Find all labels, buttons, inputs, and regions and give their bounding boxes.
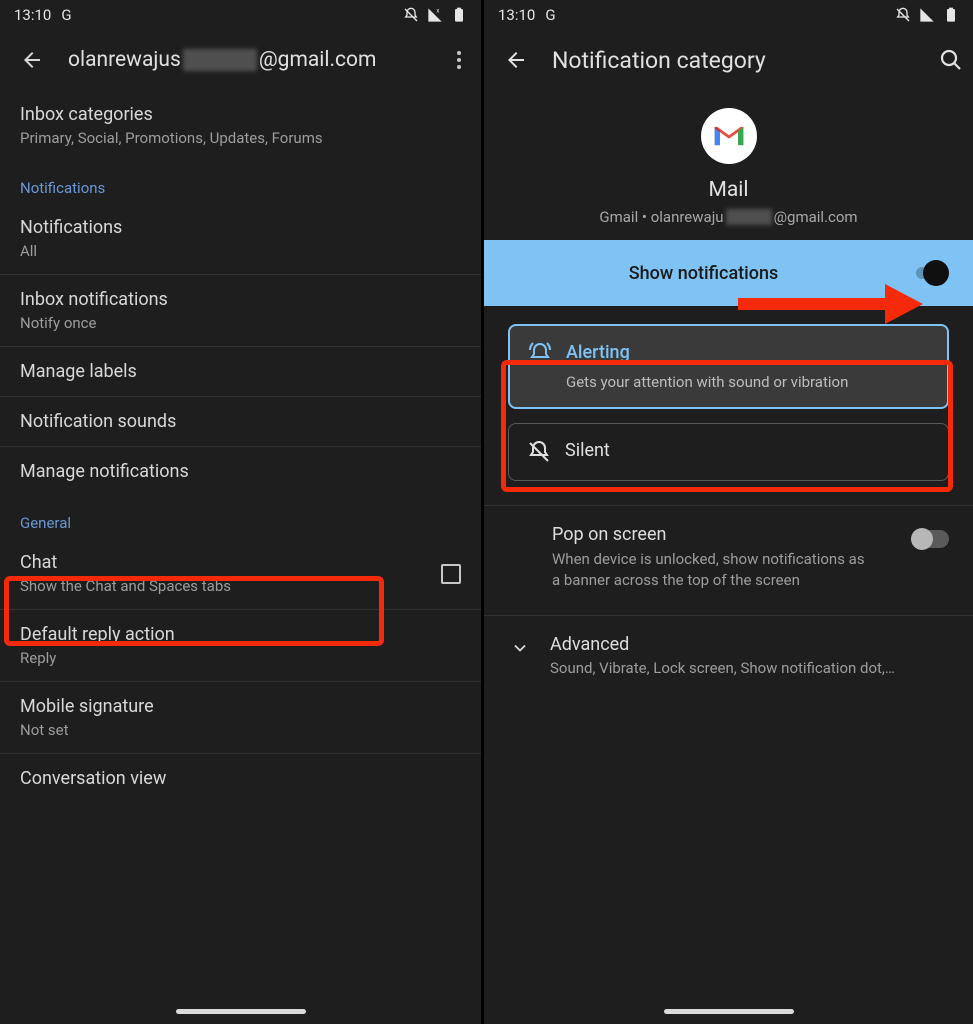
- back-button[interactable]: [504, 48, 528, 72]
- card-alerting[interactable]: Alerting Gets your attention with sound …: [508, 324, 949, 409]
- label: Notifications: [20, 217, 461, 238]
- item-manage-labels[interactable]: Manage labels: [0, 346, 481, 396]
- signal-icon: [919, 7, 935, 23]
- phone-left: 13:10 G x olanrewajus @gmail.com Inbox c…: [0, 0, 484, 1024]
- settings-list: Inbox categories Primary, Social, Promot…: [0, 90, 481, 1024]
- item-mobile-signature[interactable]: Mobile signature Not set: [0, 681, 481, 753]
- checkbox[interactable]: [441, 564, 461, 584]
- item-chat[interactable]: Chat Show the Chat and Spaces tabs: [0, 538, 481, 609]
- item-notifications[interactable]: Notifications All: [0, 203, 481, 274]
- signal-icon: x: [427, 7, 443, 23]
- nav-pill[interactable]: [664, 1009, 794, 1014]
- status-icons: [895, 7, 959, 23]
- redacted-segment: [726, 209, 772, 225]
- search-button[interactable]: [939, 48, 963, 72]
- card-title: Silent: [565, 440, 610, 461]
- page-title: olanrewajus @gmail.com: [68, 48, 423, 72]
- page-title: Notification category: [552, 47, 915, 74]
- sublabel: Show the Chat and Spaces tabs: [20, 577, 231, 595]
- sub-prefix: Gmail • olanrewaju: [599, 208, 723, 226]
- sublabel: All: [20, 242, 461, 260]
- toggle-knob[interactable]: [923, 260, 949, 286]
- label: Manage labels: [20, 361, 461, 382]
- sublabel: Not set: [20, 721, 461, 739]
- back-arrow-icon: [504, 48, 528, 72]
- item-pop-on-screen[interactable]: Pop on screen When device is unlocked, s…: [484, 506, 973, 609]
- item-conversation-view[interactable]: Conversation view: [0, 753, 481, 803]
- label: Notification sounds: [20, 411, 461, 432]
- clock: 13:10: [498, 6, 535, 24]
- nav-pill[interactable]: [176, 1009, 306, 1014]
- item-advanced[interactable]: Advanced Sound, Vibrate, Lock screen, Sh…: [484, 616, 973, 695]
- sublabel: Notify once: [20, 314, 461, 332]
- back-arrow-icon: [20, 48, 44, 72]
- label: Conversation view: [20, 768, 461, 789]
- app-subtitle: Gmail • olanrewaju @gmail.com: [599, 208, 857, 226]
- item-notification-sounds[interactable]: Notification sounds: [0, 396, 481, 446]
- gmail-icon: [701, 108, 757, 164]
- app-header: olanrewajus @gmail.com: [0, 30, 481, 90]
- dnd-icon: [895, 7, 911, 23]
- label: Manage notifications: [20, 461, 461, 482]
- clock: 13:10: [14, 6, 51, 24]
- sublabel: Reply: [20, 649, 461, 667]
- show-notifications-row[interactable]: Show notifications: [484, 240, 973, 306]
- email-prefix: olanrewajus: [68, 48, 181, 72]
- phone-right: 13:10 G Notification category Mail Gmail…: [484, 0, 973, 1024]
- app-hero: Mail Gmail • olanrewaju @gmail.com: [484, 90, 973, 240]
- sub-suffix: @gmail.com: [774, 208, 858, 226]
- item-inbox-categories[interactable]: Inbox categories Primary, Social, Promot…: [0, 90, 481, 161]
- item-manage-notifications[interactable]: Manage notifications: [0, 446, 481, 496]
- bell-ring-icon: [528, 342, 552, 366]
- switch-pop[interactable]: [913, 530, 949, 548]
- more-vert-icon: [457, 51, 461, 69]
- behavior-cards: Alerting Gets your attention with sound …: [484, 306, 973, 499]
- sublabel: Sound, Vibrate, Lock screen, Show notifi…: [550, 659, 949, 677]
- chevron-down-icon: [510, 638, 530, 658]
- sublabel: When device is unlocked, show notificati…: [552, 549, 872, 591]
- google-indicator: G: [61, 6, 71, 24]
- label: Default reply action: [20, 624, 461, 645]
- more-button[interactable]: [447, 48, 471, 72]
- email-suffix: @gmail.com: [259, 48, 377, 72]
- card-desc: Gets your attention with sound or vibrat…: [566, 373, 929, 391]
- label: Mobile signature: [20, 696, 461, 717]
- battery-icon: [943, 7, 959, 23]
- sublabel: Primary, Social, Promotions, Updates, Fo…: [20, 129, 461, 147]
- label: Advanced: [550, 634, 949, 655]
- app-header: Notification category: [484, 30, 973, 90]
- status-icons: x: [403, 7, 467, 23]
- back-button[interactable]: [20, 48, 44, 72]
- section-notifications: Notifications: [0, 161, 481, 203]
- google-indicator: G: [545, 6, 555, 24]
- svg-text:x: x: [436, 7, 439, 14]
- dnd-icon: [403, 7, 419, 23]
- label: Show notifications: [484, 263, 923, 284]
- section-general: General: [0, 496, 481, 538]
- battery-icon: [451, 7, 467, 23]
- label: Pop on screen: [552, 524, 895, 545]
- item-default-reply[interactable]: Default reply action Reply: [0, 609, 481, 681]
- label: Chat: [20, 552, 231, 573]
- label: Inbox categories: [20, 104, 461, 125]
- search-icon: [939, 48, 963, 72]
- label: Inbox notifications: [20, 289, 461, 310]
- status-bar: 13:10 G x: [0, 0, 481, 30]
- card-title: Alerting: [566, 342, 929, 363]
- card-silent[interactable]: Silent: [508, 423, 949, 481]
- redacted-segment: [183, 49, 257, 71]
- bell-off-icon: [527, 440, 551, 464]
- app-name: Mail: [709, 178, 749, 202]
- status-bar: 13:10 G: [484, 0, 973, 30]
- item-inbox-notifications[interactable]: Inbox notifications Notify once: [0, 274, 481, 346]
